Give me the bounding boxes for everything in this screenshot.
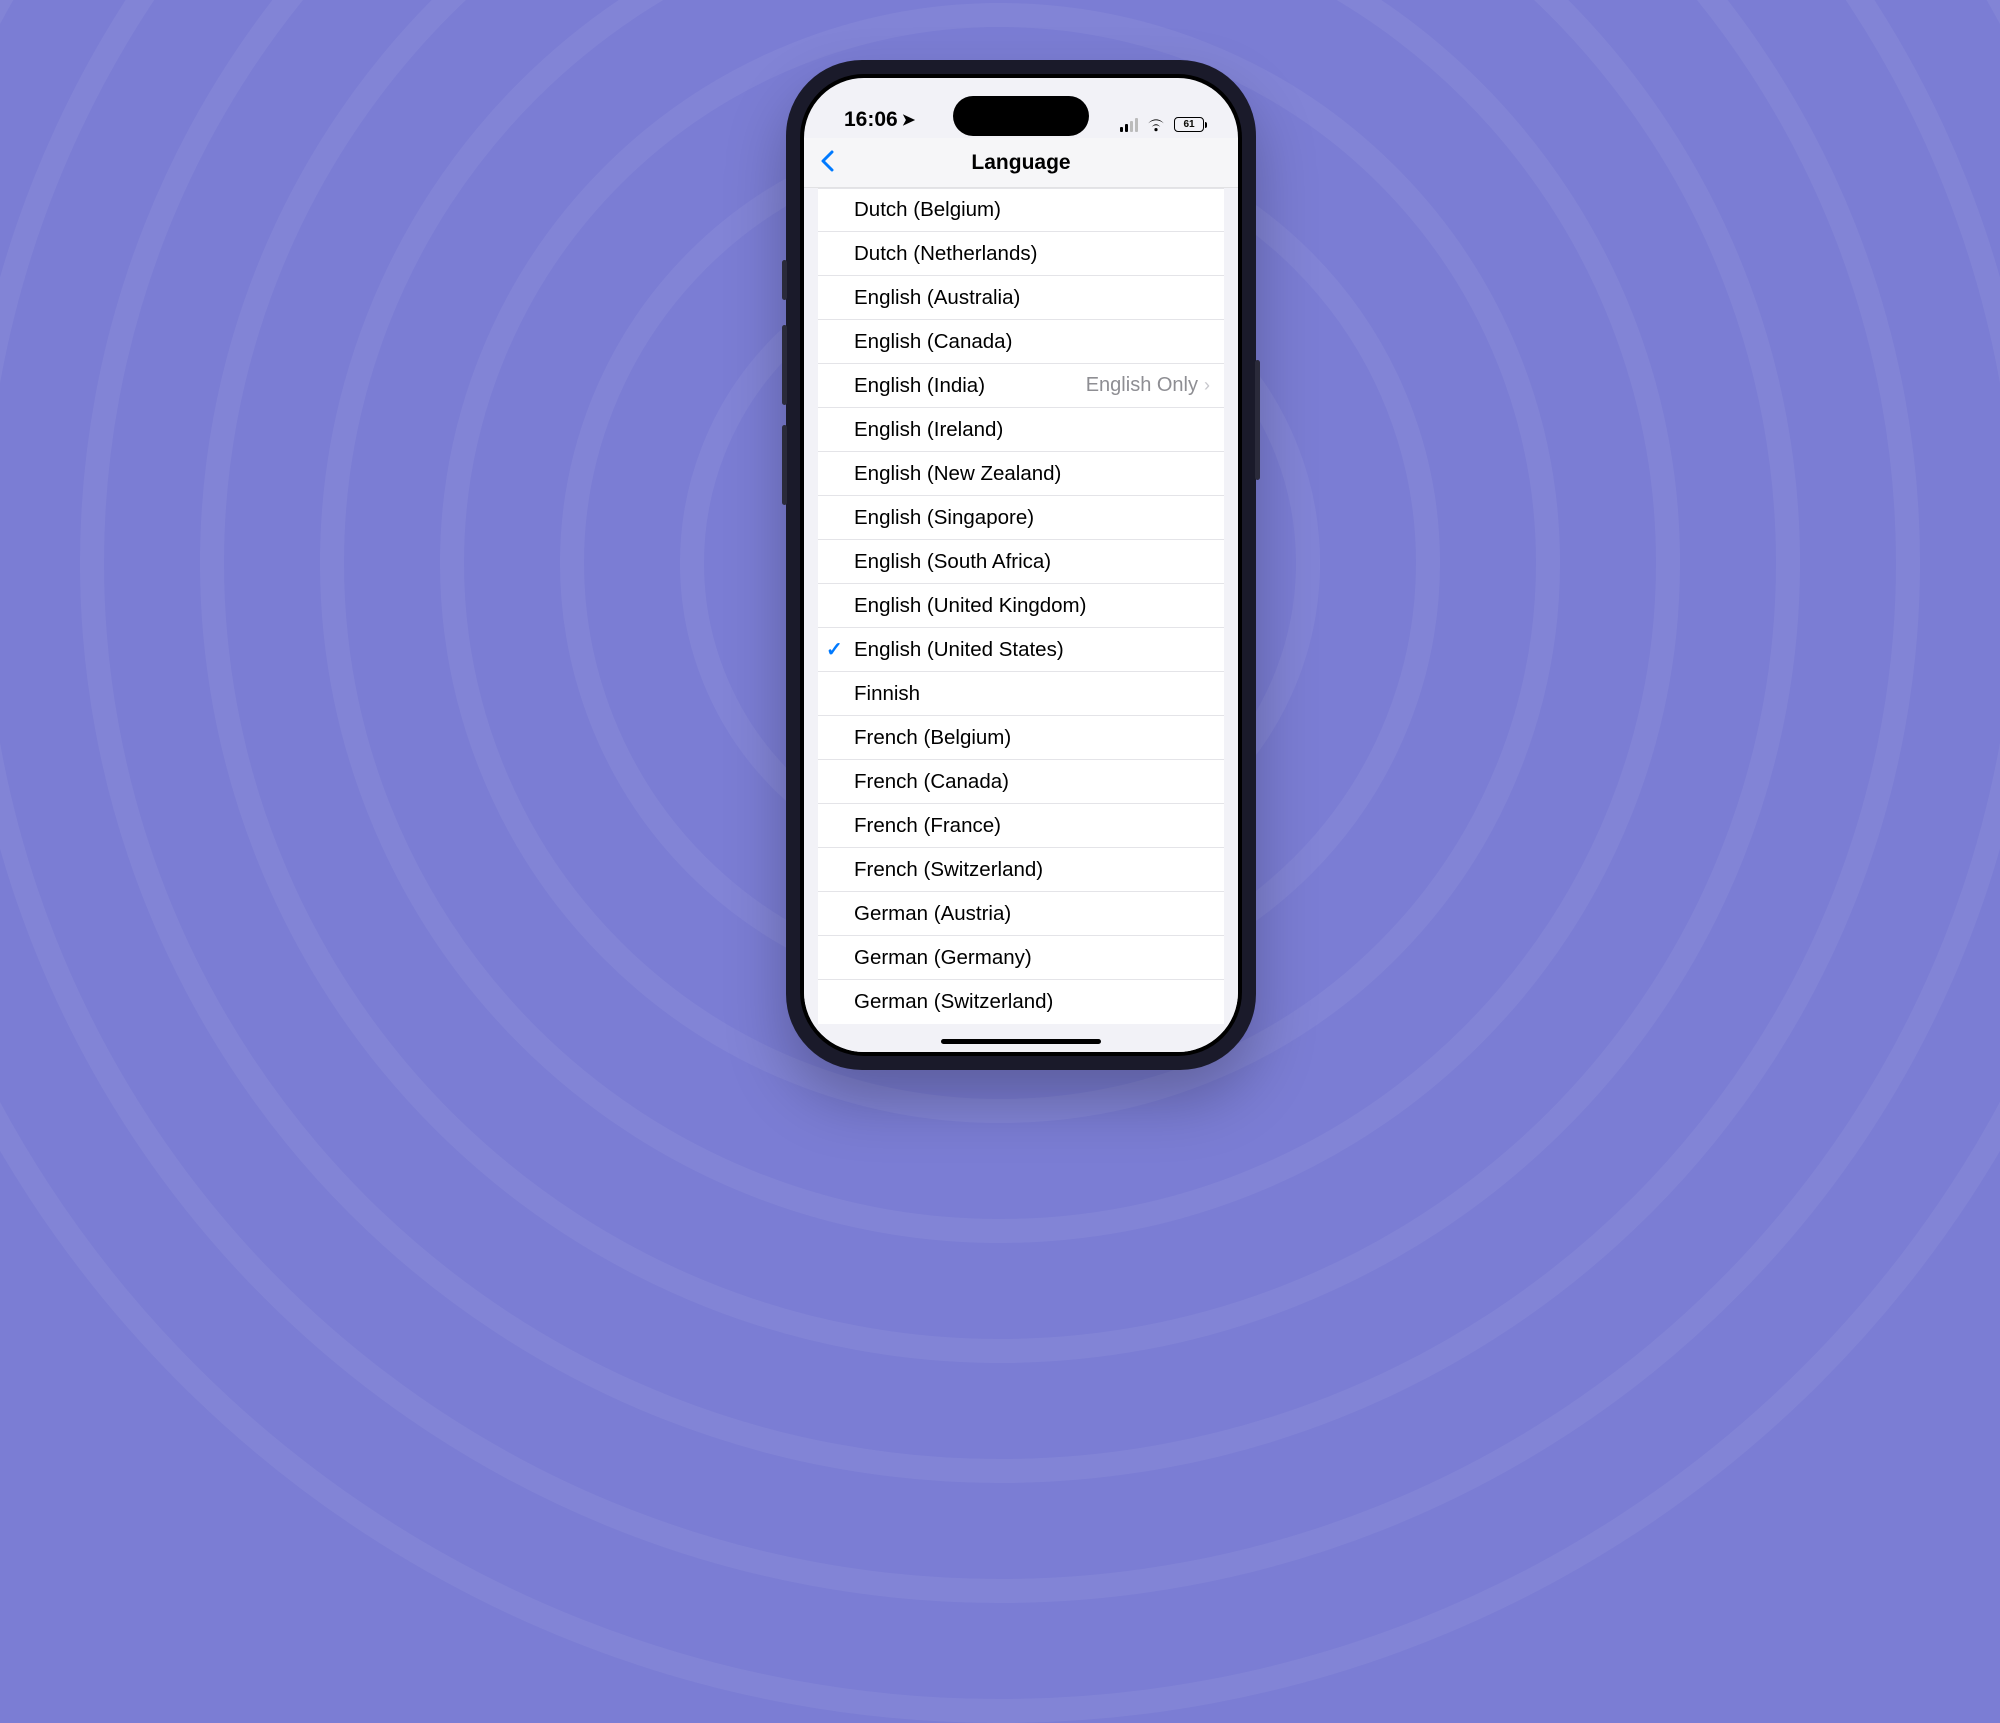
language-row[interactable]: French (Switzerland) [818,848,1224,892]
language-row[interactable]: English (New Zealand) [818,452,1224,496]
language-row[interactable]: French (Belgium) [818,716,1224,760]
mute-switch [782,260,787,300]
volume-up-button [782,325,787,405]
wifi-icon [1146,118,1166,132]
row-detail-label: English Only [1086,374,1198,397]
language-label: German (Switzerland) [854,990,1053,1014]
language-label: English (Canada) [854,330,1012,354]
power-button [1255,360,1260,480]
language-row[interactable]: Dutch (Netherlands) [818,232,1224,276]
language-label: English (United States) [854,638,1064,662]
dynamic-island [953,96,1089,136]
cellular-signal-icon [1120,118,1138,132]
language-row[interactable]: German (Austria) [818,892,1224,936]
language-label: English (India) [854,374,985,398]
language-row[interactable]: English (Australia) [818,276,1224,320]
language-label: French (Belgium) [854,726,1011,750]
language-row[interactable]: German (Germany) [818,936,1224,980]
language-label: English (United Kingdom) [854,594,1086,618]
back-button[interactable] [820,150,834,176]
chevron-right-icon: › [1204,375,1210,396]
language-row[interactable]: English (India) English Only › [818,364,1224,408]
language-row[interactable]: English (Canada) [818,320,1224,364]
language-label: Finnish [854,682,920,706]
language-label: German (Austria) [854,902,1011,926]
language-row[interactable]: Dutch (Belgium) [818,188,1224,232]
language-label: French (Switzerland) [854,858,1043,882]
checkmark-icon: ✓ [826,637,843,662]
language-label: English (South Africa) [854,550,1051,574]
language-row[interactable]: French (France) [818,804,1224,848]
language-label: French (France) [854,814,1001,838]
language-row[interactable]: French (Canada) [818,760,1224,804]
language-row[interactable]: English (United Kingdom) [818,584,1224,628]
battery-icon: 61 [1174,117,1204,132]
language-row[interactable]: Finnish [818,672,1224,716]
nav-title: Language [971,151,1070,175]
language-label: English (Ireland) [854,418,1003,442]
language-list[interactable]: Dutch (Belgium) Dutch (Netherlands) Englis… [804,188,1238,1052]
language-label: English (Singapore) [854,506,1034,530]
home-indicator[interactable] [941,1039,1101,1044]
language-label: German (Germany) [854,946,1032,970]
language-row[interactable]: English (Singapore) [818,496,1224,540]
language-row[interactable]: English (South Africa) [818,540,1224,584]
volume-down-button [782,425,787,505]
language-label: Dutch (Belgium) [854,198,1001,222]
language-row[interactable]: ✓ English (United States) [818,628,1224,672]
language-label: French (Canada) [854,770,1009,794]
language-label: Dutch (Netherlands) [854,242,1037,266]
nav-bar: Language [804,138,1238,188]
row-trailing: English Only › [1086,374,1210,397]
language-label: English (New Zealand) [854,462,1061,486]
language-label: English (Australia) [854,286,1020,310]
status-time: 16:06 [844,108,898,132]
location-arrow-icon: ➤ [902,110,915,130]
language-row[interactable]: English (Ireland) [818,408,1224,452]
iphone-frame: 16:06 ➤ 61 [786,60,1256,1070]
language-row[interactable]: German (Switzerland) [818,980,1224,1024]
